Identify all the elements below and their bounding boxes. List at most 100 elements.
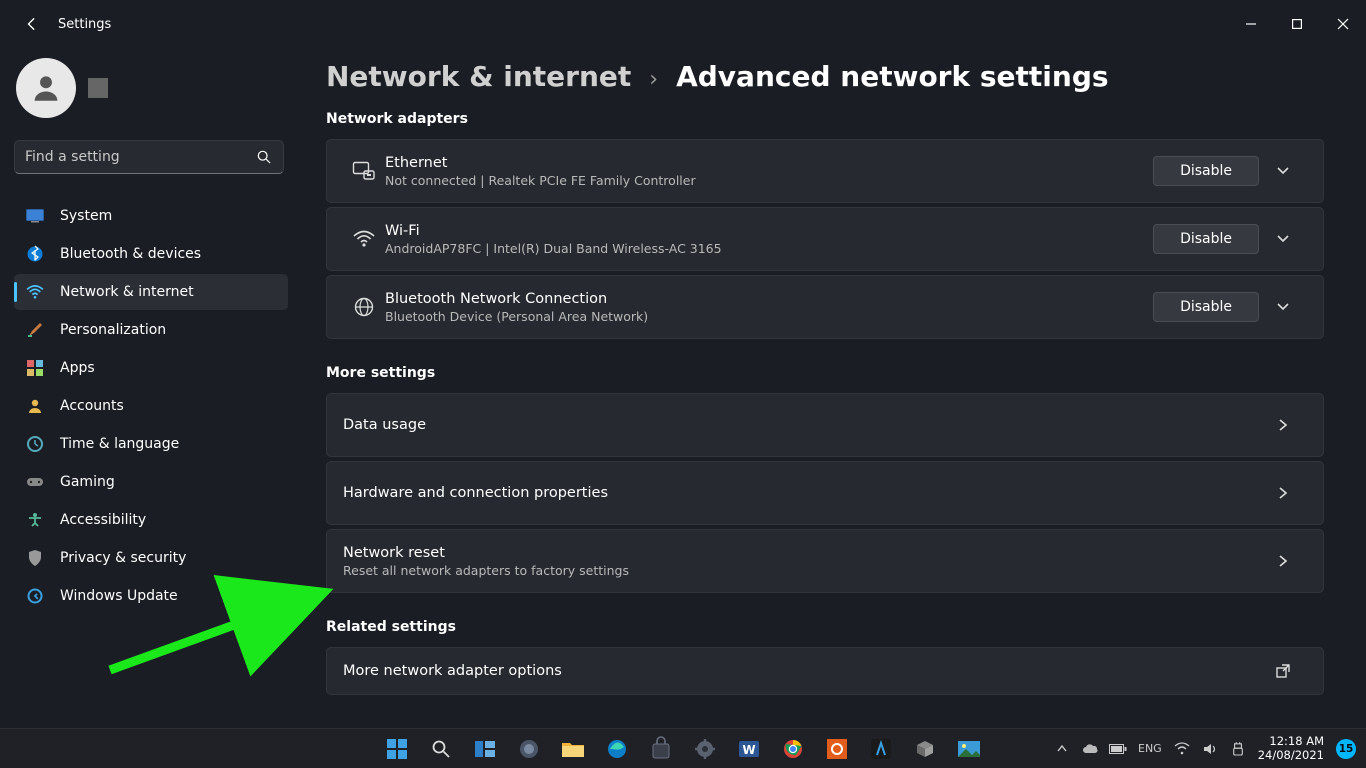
adapter-card-bluetooth[interactable]: Bluetooth Network Connection Bluetooth D… — [326, 275, 1324, 339]
search-input[interactable] — [25, 149, 257, 165]
nav-item-accessibility[interactable]: Accessibility — [14, 502, 288, 538]
battery-icon[interactable] — [1110, 741, 1126, 757]
wifi-icon — [26, 283, 44, 301]
language-icon[interactable]: ENG — [1138, 741, 1162, 757]
chevron-right-icon: › — [649, 67, 658, 92]
task-view-icon[interactable] — [466, 730, 504, 768]
nav-item-bluetooth[interactable]: Bluetooth & devices — [14, 236, 288, 272]
close-button[interactable] — [1320, 8, 1366, 40]
power-icon[interactable] — [1230, 741, 1246, 757]
expand-button[interactable] — [1259, 301, 1307, 313]
window-controls — [1228, 8, 1366, 40]
nav-label: Network & internet — [60, 284, 194, 300]
app-icon-orange[interactable] — [818, 730, 856, 768]
section-header-adapters: Network adapters — [326, 111, 1324, 127]
user-row[interactable] — [16, 58, 288, 118]
brush-icon — [26, 321, 44, 339]
user-name-placeholder — [88, 78, 108, 98]
search-box[interactable] — [14, 140, 284, 174]
section-header-related: Related settings — [326, 619, 1324, 635]
breadcrumb-current: Advanced network settings — [676, 60, 1108, 93]
section-header-more: More settings — [326, 365, 1324, 381]
nav-item-accounts[interactable]: Accounts — [14, 388, 288, 424]
taskbar-clock[interactable]: 12:18 AM 24/08/2021 — [1258, 735, 1324, 761]
store-icon[interactable] — [642, 730, 680, 768]
chrome-icon[interactable] — [774, 730, 812, 768]
app-icon-dark[interactable] — [862, 730, 900, 768]
taskbar-apps: W — [378, 730, 988, 768]
external-link-icon — [1259, 664, 1307, 678]
nav-item-system[interactable]: System — [14, 198, 288, 234]
main-content: Network & internet › Advanced network se… — [300, 48, 1366, 728]
setting-card-data-usage[interactable]: Data usage — [326, 393, 1324, 457]
adapter-title: Bluetooth Network Connection — [385, 291, 1153, 307]
tray-chevron-icon[interactable] — [1054, 741, 1070, 757]
apps-icon — [26, 359, 44, 377]
clock-time: 12:18 AM — [1269, 735, 1324, 748]
update-icon — [26, 587, 44, 605]
shield-icon — [26, 549, 44, 567]
nav-label: Time & language — [60, 436, 179, 452]
adapter-title: Ethernet — [385, 155, 1153, 171]
nav-item-time[interactable]: Time & language — [14, 426, 288, 462]
sidebar: System Bluetooth & devices Network & int… — [0, 48, 300, 728]
notification-badge[interactable]: 15 — [1336, 739, 1356, 759]
widgets-icon[interactable] — [510, 730, 548, 768]
gamepad-icon — [26, 473, 44, 491]
minimize-button[interactable] — [1228, 8, 1274, 40]
clock-icon — [26, 435, 44, 453]
setting-card-hardware[interactable]: Hardware and connection properties — [326, 461, 1324, 525]
nav-item-privacy[interactable]: Privacy & security — [14, 540, 288, 576]
nav-item-network[interactable]: Network & internet — [14, 274, 288, 310]
nav-item-apps[interactable]: Apps — [14, 350, 288, 386]
file-explorer-icon[interactable] — [554, 730, 592, 768]
system-tray[interactable]: ENG 12:18 AM 24/08/2021 15 — [1054, 735, 1366, 761]
nav-item-gaming[interactable]: Gaming — [14, 464, 288, 500]
adapter-title: Wi-Fi — [385, 223, 1153, 239]
setting-card-network-reset[interactable]: Network reset Reset all network adapters… — [326, 529, 1324, 593]
breadcrumb: Network & internet › Advanced network se… — [326, 60, 1324, 93]
globe-icon — [343, 297, 385, 317]
app-icon-cube[interactable] — [906, 730, 944, 768]
chevron-right-icon — [1259, 487, 1307, 499]
accessibility-icon — [26, 511, 44, 529]
setting-card-more-adapter-options[interactable]: More network adapter options — [326, 647, 1324, 695]
taskbar-search-icon[interactable] — [422, 730, 460, 768]
disable-button[interactable]: Disable — [1153, 292, 1259, 322]
adapter-card-ethernet[interactable]: Ethernet Not connected | Realtek PCIe FE… — [326, 139, 1324, 203]
setting-title: Data usage — [343, 417, 1259, 433]
start-button[interactable] — [378, 730, 416, 768]
nav-label: Privacy & security — [60, 550, 186, 566]
app-icon-photo[interactable] — [950, 730, 988, 768]
volume-icon[interactable] — [1202, 741, 1218, 757]
bluetooth-icon — [26, 245, 44, 263]
nav-label: System — [60, 208, 112, 224]
edge-icon[interactable] — [598, 730, 636, 768]
maximize-button[interactable] — [1274, 8, 1320, 40]
svg-text:W: W — [742, 743, 755, 757]
expand-button[interactable] — [1259, 233, 1307, 245]
search-icon — [257, 149, 273, 165]
adapter-subtitle: AndroidAP78FC | Intel(R) Dual Band Wirel… — [385, 241, 1153, 256]
nav: System Bluetooth & devices Network & int… — [14, 198, 288, 614]
back-button[interactable] — [20, 12, 44, 36]
breadcrumb-parent[interactable]: Network & internet — [326, 60, 631, 93]
wifi-tray-icon[interactable] — [1174, 741, 1190, 757]
disable-button[interactable]: Disable — [1153, 224, 1259, 254]
onedrive-icon[interactable] — [1082, 741, 1098, 757]
nav-item-personalization[interactable]: Personalization — [14, 312, 288, 348]
word-icon[interactable]: W — [730, 730, 768, 768]
window-title: Settings — [58, 17, 111, 32]
expand-button[interactable] — [1259, 165, 1307, 177]
chevron-right-icon — [1259, 555, 1307, 567]
taskbar[interactable]: W ENG 12:18 AM 24/08/2021 15 — [0, 728, 1366, 768]
nav-label: Bluetooth & devices — [60, 246, 201, 262]
settings-taskbar-icon[interactable] — [686, 730, 724, 768]
nav-label: Personalization — [60, 322, 166, 338]
nav-label: Apps — [60, 360, 95, 376]
adapter-card-wifi[interactable]: Wi-Fi AndroidAP78FC | Intel(R) Dual Band… — [326, 207, 1324, 271]
adapter-subtitle: Bluetooth Device (Personal Area Network) — [385, 309, 1153, 324]
disable-button[interactable]: Disable — [1153, 156, 1259, 186]
nav-item-update[interactable]: Windows Update — [14, 578, 288, 614]
adapter-subtitle: Not connected | Realtek PCIe FE Family C… — [385, 173, 1153, 188]
